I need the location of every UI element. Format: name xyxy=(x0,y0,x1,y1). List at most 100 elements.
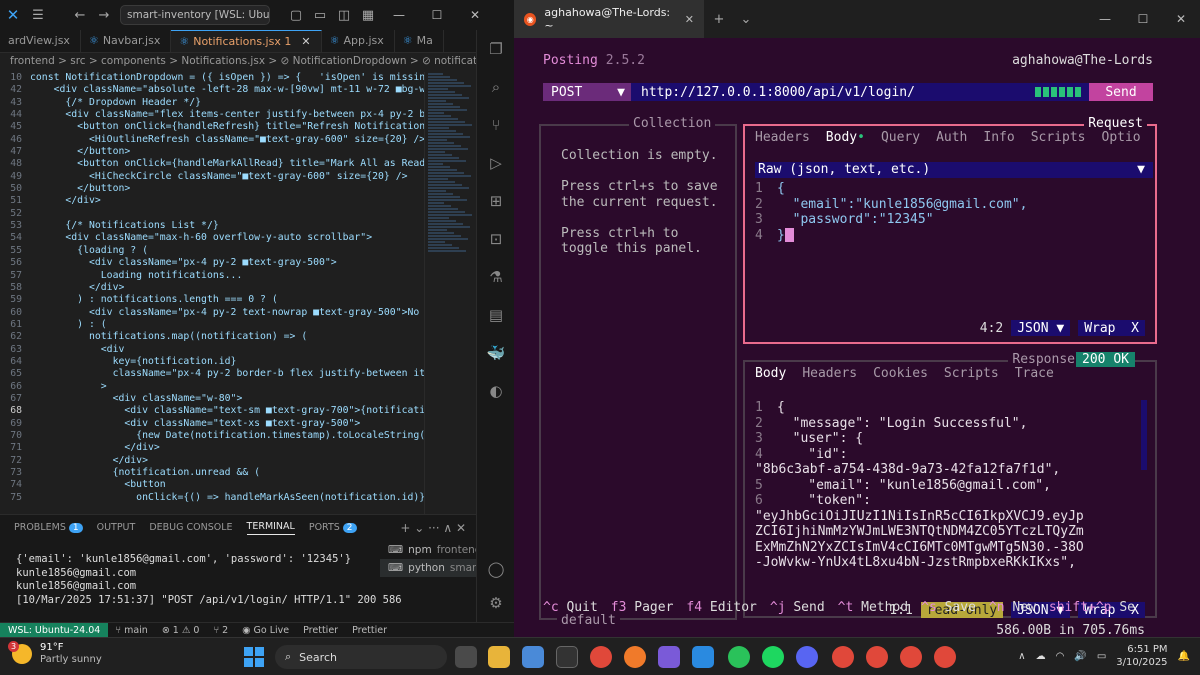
code-line[interactable]: 67 <div className="w-80"> xyxy=(0,393,476,405)
breadcrumb[interactable]: frontend > src > components > Notificati… xyxy=(0,53,476,71)
code-line[interactable]: 64 key={notification.id} xyxy=(0,356,476,368)
scrollbar[interactable] xyxy=(1141,400,1147,470)
response-body-viewer[interactable]: 1{2 "message": "Login Successful", 3 "use… xyxy=(755,400,1135,571)
show-hidden-icons-icon[interactable]: ∧ xyxy=(1018,651,1025,662)
code-line[interactable]: 43 {/* Dropdown Header */} xyxy=(0,97,476,109)
clock[interactable]: 6:51 PM 3/10/2025 xyxy=(1116,643,1167,669)
tab-headers[interactable]: Headers xyxy=(802,366,857,381)
back-arrow-icon[interactable]: ← xyxy=(68,0,92,30)
chrome-profile-2-icon[interactable] xyxy=(866,646,888,668)
code-line[interactable]: 54 <div className="max-h-60 overflow-y-a… xyxy=(0,232,476,244)
weather-widget[interactable]: 3 91°F Partly sunny xyxy=(8,640,102,665)
code-line[interactable]: 74 <button xyxy=(0,479,476,491)
discord-icon[interactable] xyxy=(796,646,818,668)
code-line[interactable]: 70 {new Date(notification.timestamp).toL… xyxy=(0,430,476,442)
code-line[interactable]: 10 const NotificationDropdown = ({ isOpen… xyxy=(0,72,476,84)
vscode-app-icon[interactable] xyxy=(692,646,714,668)
testing-icon[interactable]: ⚗ xyxy=(477,258,515,296)
method-select[interactable]: POST ▼ xyxy=(543,83,631,101)
chrome-profile-3-icon[interactable] xyxy=(900,646,922,668)
code-line[interactable]: 56 <div className="px-4 py-2 ■text-gray-… xyxy=(0,257,476,269)
close-tab-icon[interactable]: ✕ xyxy=(685,13,694,26)
tab-auth[interactable]: Auth xyxy=(936,130,967,145)
keybind-hint[interactable]: ^c Quit xyxy=(543,600,598,615)
cloud-icon[interactable]: ☁ xyxy=(1036,651,1046,662)
prettier-status-2[interactable]: Prettier xyxy=(345,625,394,636)
code-line[interactable]: 60 <div className="px-4 py-2 text-nowrap… xyxy=(0,307,476,319)
code-editor[interactable]: 10 const NotificationDropdown = ({ isOpen… xyxy=(0,72,476,514)
code-line[interactable]: 46 <HiOutlineRefresh className="■text-gr… xyxy=(0,134,476,146)
language-select[interactable]: JSON ▼ xyxy=(1011,320,1071,336)
code-line[interactable]: 58 </div> xyxy=(0,282,476,294)
chrome-icon[interactable] xyxy=(590,646,612,668)
extensions-icon[interactable]: ⊞ xyxy=(477,182,515,220)
code-line[interactable]: 52 xyxy=(0,208,476,220)
tab-body[interactable]: Body xyxy=(755,366,786,381)
keybind-hint[interactable]: ^t Method xyxy=(838,600,908,615)
tab-terminal[interactable]: TERMINAL xyxy=(246,521,295,535)
tab-problems[interactable]: PROBLEMS 1 xyxy=(14,522,83,533)
tab-app[interactable]: ⚛ App.jsx xyxy=(322,30,395,52)
tab-main[interactable]: ⚛ Ma xyxy=(395,30,444,52)
menu-icon[interactable]: ☰ xyxy=(26,0,50,30)
problems-status[interactable]: ⊗ 1 ⚠ 0 xyxy=(155,625,207,636)
file-explorer-icon[interactable] xyxy=(488,646,510,668)
terminal-item-npm[interactable]: ⌨ npm frontend xyxy=(380,541,481,559)
whatsapp-icon[interactable] xyxy=(728,646,750,668)
tab-body[interactable]: Body• xyxy=(826,130,865,145)
layout-icon[interactable]: ▢ xyxy=(284,0,308,30)
wifi-icon[interactable]: ◠ xyxy=(1056,651,1065,662)
maximize-button[interactable]: ☐ xyxy=(1124,4,1162,34)
send-button[interactable]: Send xyxy=(1089,83,1153,101)
keybind-hint[interactable]: ^s Save xyxy=(921,600,976,615)
body-type-select[interactable]: Raw (json, text, etc.) ▼ xyxy=(755,162,1153,178)
minimap[interactable] xyxy=(424,72,476,514)
tab-info[interactable]: Info xyxy=(983,130,1014,145)
code-line[interactable]: 53 {/* Notifications List */} xyxy=(0,220,476,232)
code-line[interactable]: 57 Loading notifications... xyxy=(0,270,476,282)
remote-explorer-icon[interactable]: ⊡ xyxy=(477,220,515,258)
source-control-icon[interactable]: ⑂ xyxy=(477,106,515,144)
keybind-hint[interactable]: ^j Send xyxy=(770,600,825,615)
golive-status[interactable]: ◉ Go Live xyxy=(235,625,296,636)
url-input[interactable]: http://127.0.0.1:8000/api/v1/login/ xyxy=(641,85,1035,100)
code-line[interactable]: 75 onClick={() => handleMarkAsSeen(notif… xyxy=(0,492,476,504)
keybind-hint[interactable]: shift+^p Se xyxy=(1049,600,1135,615)
forward-arrow-icon[interactable]: → xyxy=(92,0,116,30)
command-center-search[interactable]: smart-inventory [WSL: Ubuntu-24.0 xyxy=(120,5,270,25)
code-line[interactable]: 42 <div className="absolute -left-28 max… xyxy=(0,84,476,96)
tab-debug-console[interactable]: DEBUG CONSOLE xyxy=(149,522,232,533)
tab-trace[interactable]: Trace xyxy=(1015,366,1054,381)
battery-icon[interactable]: ▭ xyxy=(1097,651,1106,662)
sidebar-icon[interactable]: ◫ xyxy=(332,0,356,30)
explorer-icon[interactable]: ❐ xyxy=(477,30,515,68)
minimize-button[interactable]: — xyxy=(1086,4,1124,34)
request-body-editor[interactable]: 1{2 "email":"kunle1856@gmail.com", 3 "pas… xyxy=(755,181,1027,243)
code-line[interactable]: 44 <div className="flex items-center jus… xyxy=(0,109,476,121)
remote-indicator[interactable]: WSL: Ubuntu-24.04 xyxy=(0,622,109,638)
branch-status[interactable]: ⑂ main xyxy=(108,625,154,636)
maximize-button[interactable]: ☐ xyxy=(418,0,456,30)
panel-icon[interactable]: ▭ xyxy=(308,0,332,30)
customize-layout-icon[interactable]: ▦ xyxy=(356,0,380,30)
git-lens-icon[interactable]: ◐ xyxy=(477,372,515,410)
terminal-item-python[interactable]: ⌨ python smar... xyxy=(380,559,485,577)
tab-cookies[interactable]: Cookies xyxy=(873,366,928,381)
tab-navbar[interactable]: ⚛ Navbar.jsx xyxy=(81,30,172,52)
code-line[interactable]: 51 </div> xyxy=(0,195,476,207)
volume-icon[interactable]: 🔊 xyxy=(1074,651,1086,662)
code-line[interactable]: 68 <div className="text-sm ■text-gray-70… xyxy=(0,405,476,417)
search-icon[interactable]: ⌕ xyxy=(477,68,515,106)
code-line[interactable]: 72 </div> xyxy=(0,455,476,467)
run-debug-icon[interactable]: ▷ xyxy=(477,144,515,182)
new-terminal-icon[interactable]: + ⌄ ··· ∧ ✕ xyxy=(400,521,466,535)
close-tab-icon[interactable]: ✕ xyxy=(301,35,310,52)
tab-output[interactable]: OUTPUT xyxy=(97,522,136,533)
taskbar-search[interactable]: ⌕ Search xyxy=(275,645,447,669)
code-line[interactable]: 45 <button onClick={handleRefresh} title… xyxy=(0,121,476,133)
keybind-hint[interactable]: ^n New xyxy=(989,600,1036,615)
code-line[interactable]: 59 ) : notifications.length === 0 ? ( xyxy=(0,294,476,306)
wrap-toggle[interactable]: Wrap X xyxy=(1078,320,1145,336)
notepad-icon[interactable] xyxy=(522,646,544,668)
tab-scripts[interactable]: Scripts xyxy=(1031,130,1086,145)
